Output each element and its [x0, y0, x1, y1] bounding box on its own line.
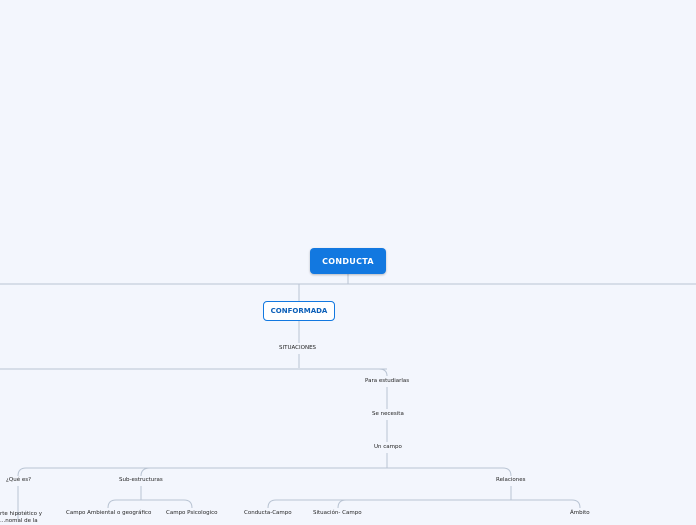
- situacion-campo-node[interactable]: Situación- Campo: [313, 510, 362, 517]
- campo-psicologico-node[interactable]: Campo Psicologico: [166, 510, 217, 517]
- que-es-node[interactable]: ¿Qué es?: [6, 477, 31, 484]
- sub-estructuras-node[interactable]: Sub-estructuras: [119, 477, 163, 484]
- main-topic[interactable]: CONFORMADA: [263, 301, 335, 321]
- mind-map-canvas: CONDUCTA CONFORMADA SITUACIONES Para est…: [0, 0, 696, 524]
- para-estudiarlas-node[interactable]: Para estudiarlas: [365, 378, 409, 385]
- constructo-node[interactable]: rte hipotético y ...nomal de la: [0, 511, 60, 525]
- se-necesita-node[interactable]: Se necesita: [372, 411, 404, 418]
- campo-ambiental-node[interactable]: Campo Ambiental o geográfico: [66, 510, 151, 517]
- conducta-campo-node[interactable]: Conducta-Campo: [244, 510, 292, 517]
- un-campo-node[interactable]: Un campo: [374, 444, 402, 451]
- situaciones-node[interactable]: SITUACIONES: [279, 345, 316, 352]
- relaciones-node[interactable]: Relaciones: [496, 477, 526, 484]
- ambito-node[interactable]: Ámbito: [570, 510, 590, 517]
- root-topic[interactable]: CONDUCTA: [310, 248, 386, 274]
